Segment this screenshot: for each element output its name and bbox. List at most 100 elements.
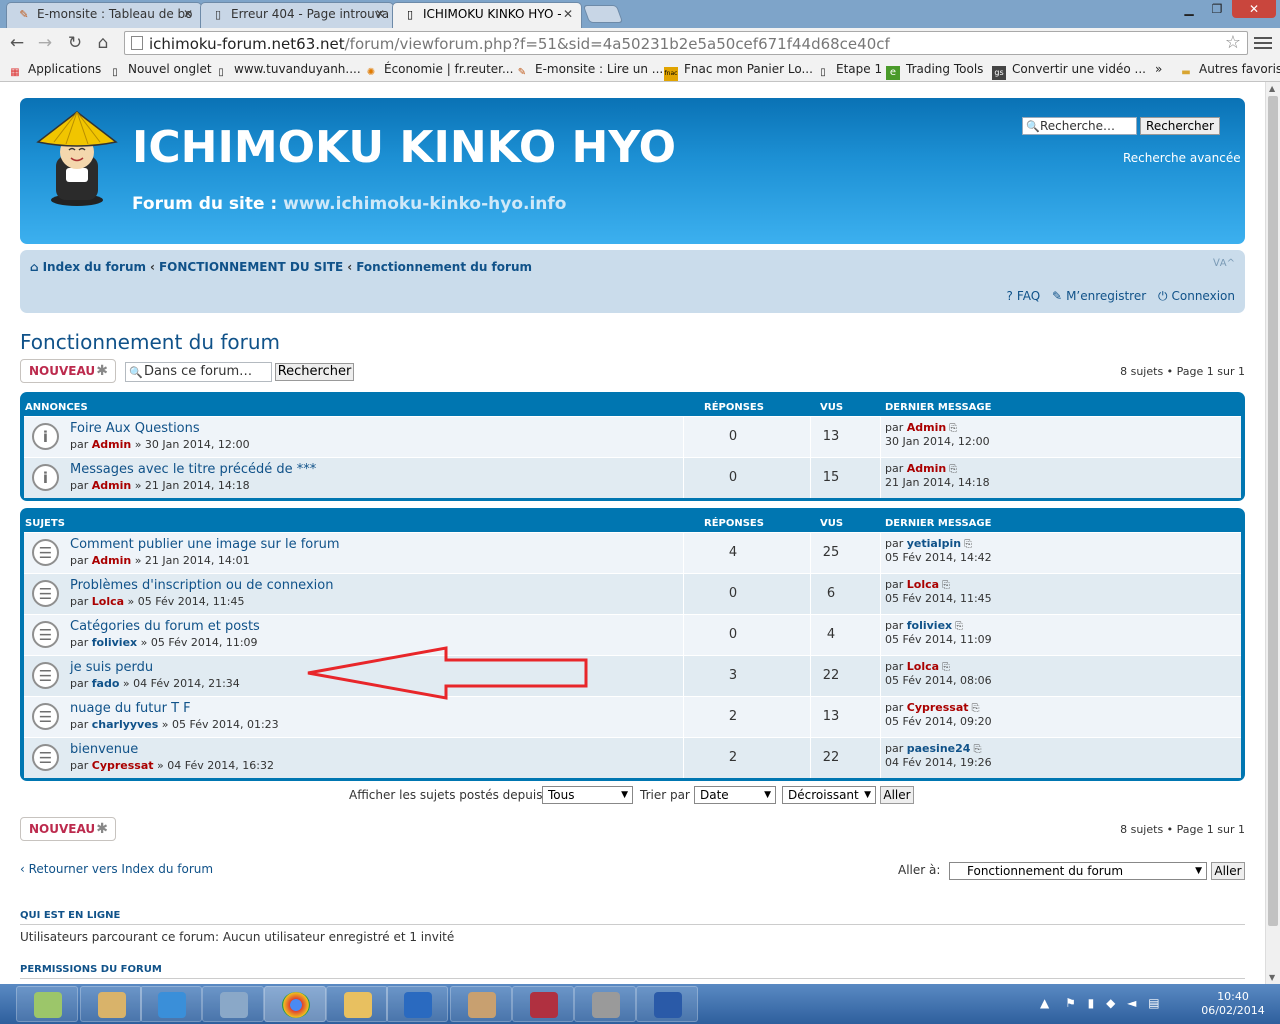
- crumb-category[interactable]: FONCTIONNEMENT DU SITE: [159, 260, 343, 274]
- topic-author-link[interactable]: Lolca: [92, 595, 124, 608]
- topic-author-link[interactable]: foliviex: [92, 636, 137, 649]
- bookmark-tuvanduyanh[interactable]: ▯ www.tuvanduyanh....: [214, 62, 360, 80]
- sort-by-select[interactable]: Date ▼: [694, 786, 776, 804]
- topic-read-icon[interactable]: ☰: [32, 539, 59, 566]
- topic-title-link[interactable]: Catégories du forum et posts: [70, 619, 260, 634]
- bookmark-emonsite[interactable]: ✎ E-monsite : Lire un ...: [515, 62, 663, 80]
- topic-row[interactable]: ☰ Comment publier une image sur le forum p…: [24, 532, 1241, 573]
- announcement-icon[interactable]: i: [32, 423, 59, 450]
- filter-go-button[interactable]: Aller: [880, 786, 914, 804]
- topic-author-link[interactable]: Admin: [92, 554, 131, 567]
- return-link[interactable]: ‹ Retourner vers Index du forum: [20, 862, 213, 876]
- minimize-icon[interactable]: ▁: [1176, 0, 1202, 18]
- topic-author-link[interactable]: Admin: [92, 438, 131, 451]
- tab-ichimoku[interactable]: ▯ ICHIMOKU KINKO HYO - ✕: [392, 2, 582, 28]
- topic-row[interactable]: ☰ nuage du futur T F par charlyyves » 05 F…: [24, 696, 1241, 737]
- close-icon[interactable]: ✕: [375, 3, 385, 25]
- view-latest-post-icon[interactable]: ⎘: [955, 620, 963, 633]
- dropbox-icon[interactable]: ◆: [1106, 996, 1115, 1010]
- bookmark-other-favorites[interactable]: ▬ Autres favoris: [1179, 62, 1280, 80]
- new-tab-button[interactable]: [582, 5, 624, 23]
- bookmarks-overflow[interactable]: »: [1155, 62, 1162, 76]
- bookmark-etape1[interactable]: ▯ Etape 1: [816, 62, 882, 80]
- taskbar-paint[interactable]: [80, 986, 142, 1022]
- forum-search-input[interactable]: 🔍 Dans ce forum…: [125, 362, 272, 382]
- crumb-index[interactable]: Index du forum: [43, 260, 146, 274]
- taskbar-explorer[interactable]: [326, 986, 388, 1022]
- topic-title-link[interactable]: Comment publier une image sur le forum: [70, 537, 340, 552]
- flag-icon[interactable]: ⚑: [1065, 996, 1076, 1010]
- scroll-down-icon[interactable]: ▼: [1269, 973, 1275, 982]
- topic-author-link[interactable]: Cypressat: [92, 759, 154, 772]
- back-arrow-icon[interactable]: ←: [6, 32, 28, 54]
- maximize-icon[interactable]: ❐: [1204, 0, 1230, 18]
- topic-row[interactable]: ☰ je suis perdu par fado » 04 Fév 2014, 21…: [24, 655, 1241, 696]
- bookmark-reuters[interactable]: ✺ Économie | fr.reuter...: [364, 62, 514, 80]
- topic-read-icon[interactable]: ☰: [32, 744, 59, 771]
- topic-title-link[interactable]: bienvenue: [70, 742, 138, 757]
- view-latest-post-icon[interactable]: ⎘: [973, 743, 981, 756]
- last-post-author-link[interactable]: yetialpin: [907, 537, 961, 550]
- scrollbar-thumb[interactable]: [1268, 96, 1278, 926]
- view-latest-post-icon[interactable]: ⎘: [972, 702, 980, 715]
- forum-search-button[interactable]: Rechercher: [275, 363, 354, 381]
- since-select[interactable]: Tous ▼: [542, 786, 633, 804]
- battery-icon[interactable]: ▮: [1088, 996, 1095, 1010]
- last-post-author-link[interactable]: Admin: [907, 421, 946, 434]
- site-url-link[interactable]: www.ichimoku-kinko-hyo.info: [283, 194, 566, 214]
- goto-button[interactable]: Aller: [1211, 862, 1245, 880]
- last-post-author-link[interactable]: foliviex: [907, 619, 952, 632]
- view-latest-post-icon[interactable]: ⎘: [964, 538, 972, 551]
- close-icon[interactable]: ✕: [563, 3, 573, 25]
- forward-arrow-icon[interactable]: →: [34, 32, 56, 54]
- start-button[interactable]: [16, 986, 78, 1022]
- topic-title-link[interactable]: Messages avec le titre précédé de ***: [70, 462, 316, 477]
- taskbar-ie[interactable]: [140, 986, 202, 1022]
- topic-row[interactable]: i Foire Aux Questions par Admin » 30 Jan 2…: [24, 416, 1241, 457]
- order-select[interactable]: Décroissant ▼: [782, 786, 876, 804]
- mascot-logo[interactable]: [34, 108, 120, 208]
- taskbar-access[interactable]: [512, 986, 574, 1022]
- network-tray-icon[interactable]: ▤: [1148, 996, 1159, 1010]
- topic-title-link[interactable]: Problèmes d'inscription ou de connexion: [70, 578, 333, 593]
- bookmark-fnac[interactable]: fnac Fnac mon Panier Lo...: [664, 62, 813, 81]
- bookmark-star-icon[interactable]: ☆: [1225, 32, 1241, 53]
- tab-error404[interactable]: ▯ Erreur 404 - Page introuva ✕: [200, 2, 394, 28]
- last-post-author-link[interactable]: Lolca: [907, 660, 939, 673]
- home-icon[interactable]: ⌂: [92, 32, 114, 54]
- taskbar-clipboard[interactable]: [574, 986, 636, 1022]
- site-title[interactable]: ICHIMOKU KINKO HYO: [132, 122, 676, 173]
- topic-title-link[interactable]: Foire Aux Questions: [70, 421, 200, 436]
- last-post-author-link[interactable]: Admin: [907, 462, 946, 475]
- taskbar-mail[interactable]: [450, 986, 512, 1022]
- topic-row[interactable]: ☰ Problèmes d'inscription ou de connexion…: [24, 573, 1241, 614]
- topic-author-link[interactable]: Admin: [92, 479, 131, 492]
- topic-row[interactable]: ☰ Catégories du forum et posts par folivie…: [24, 614, 1241, 655]
- last-post-author-link[interactable]: paesine24: [907, 742, 971, 755]
- bookmark-convertir-video[interactable]: gs Convertir une vidéo ...: [992, 62, 1146, 80]
- tab-emonsite[interactable]: ✎ E-monsite : Tableau de bo ✕: [6, 2, 202, 28]
- topic-author-link[interactable]: charlyyves: [92, 718, 159, 731]
- chrome-menu-icon[interactable]: [1254, 34, 1272, 50]
- vertical-scrollbar[interactable]: ▲ ▼: [1265, 82, 1280, 984]
- bookmark-trading-tools[interactable]: e Trading Tools: [886, 62, 983, 80]
- clock[interactable]: 10:40 06/02/2014: [1196, 990, 1270, 1018]
- topic-read-icon[interactable]: ☰: [32, 703, 59, 730]
- topic-row[interactable]: ☰ bienvenue par Cypressat » 04 Fév 2014, 1…: [24, 737, 1241, 778]
- taskbar-app-z[interactable]: [386, 986, 448, 1022]
- faq-link[interactable]: FAQ: [1017, 289, 1040, 303]
- crumb-forum[interactable]: Fonctionnement du forum: [356, 260, 532, 274]
- login-link[interactable]: Connexion: [1172, 289, 1236, 303]
- address-bar[interactable]: ichimoku-forum.net63.net/forum/viewforum…: [124, 31, 1248, 55]
- tray-chevron-icon[interactable]: ▲: [1040, 996, 1049, 1010]
- bookmark-new-tab[interactable]: ▯ Nouvel onglet: [108, 62, 211, 80]
- volume-icon[interactable]: ◄: [1127, 996, 1136, 1010]
- new-topic-button[interactable]: NOUVEAU ✱: [20, 359, 116, 383]
- last-post-author-link[interactable]: Lolca: [907, 578, 939, 591]
- advanced-search-link[interactable]: Recherche avancée: [1123, 151, 1241, 165]
- topic-title-link[interactable]: nuage du futur T F: [70, 701, 191, 716]
- taskbar-word[interactable]: [636, 986, 698, 1022]
- scroll-up-icon[interactable]: ▲: [1269, 84, 1275, 93]
- view-latest-post-icon[interactable]: ⎘: [949, 463, 957, 476]
- forum-title[interactable]: Fonctionnement du forum: [20, 330, 280, 354]
